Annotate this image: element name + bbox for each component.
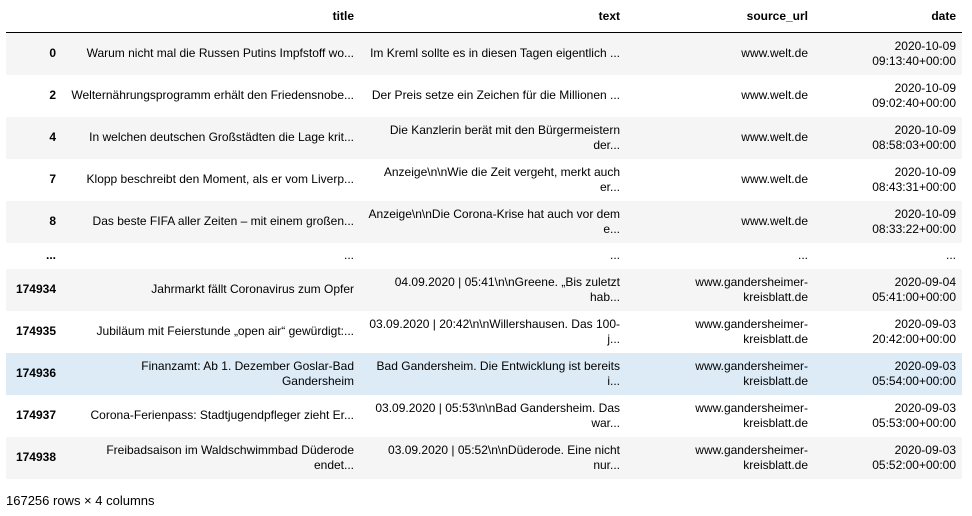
- cell-date: 2020-09-03 05:52:00+00:00: [872, 442, 956, 472]
- cell-source-url: www.welt.de: [741, 172, 808, 186]
- cell-date: 2020-10-09 09:02:40+00:00: [872, 80, 956, 110]
- row-index: 174936: [15, 366, 56, 380]
- table-row: 0 Warum nicht mal die Russen Putins Impfs…: [6, 32, 962, 75]
- table-body: 0 Warum nicht mal die Russen Putins Impfs…: [6, 32, 962, 479]
- header-index: [6, 0, 62, 33]
- cell-date: 2020-10-09 08:58:03+00:00: [872, 122, 956, 152]
- cell-title: Corona-Ferienpass: Stadtjugendpfleger zi…: [90, 408, 354, 422]
- table-row: 174934 Jahrmarkt fällt Coronavirus zum Op…: [6, 268, 962, 311]
- table-row: 2 Welternährungsprogramm erhält den Fried…: [6, 74, 962, 117]
- cell-text: Im Kreml sollte es in diesen Tagen eigen…: [370, 46, 620, 61]
- dataframe-table: title text source_url date 0 Warum nicht …: [6, 0, 962, 479]
- header-title: title: [62, 0, 360, 33]
- cell-text: Bad Gandersheim. Die Entwicklung ist ber…: [376, 358, 620, 388]
- cell-source-url: ...: [797, 248, 808, 262]
- cell-date: 2020-10-09 08:33:22+00:00: [872, 206, 956, 236]
- cell-text: ...: [609, 248, 620, 262]
- table-header: title text source_url date: [6, 0, 962, 33]
- cell-text: 03.09.2020 | 05:53\n\nBad Gandersheim. D…: [375, 400, 620, 430]
- row-index: 174934: [15, 282, 56, 296]
- cell-source-url: www.welt.de: [741, 214, 808, 228]
- table-row: ...............: [6, 242, 962, 269]
- table-row: 174938 Freibadsaison im Waldschwimmbad Dü…: [6, 436, 962, 479]
- row-index: 7: [49, 172, 56, 186]
- table-row: 174936 Finanzamt: Ab 1. Dezember Goslar-B…: [6, 352, 962, 395]
- row-index: 2: [49, 88, 56, 102]
- cell-title: ...: [343, 248, 354, 262]
- cell-date: 2020-09-04 05:41:00+00:00: [872, 274, 956, 304]
- cell-text: 03.09.2020 | 20:42\n\nWillershausen. Das…: [369, 316, 620, 346]
- row-index: 174937: [15, 408, 56, 422]
- cell-source-url: www.gandersheimer-kreisblatt.de: [695, 400, 808, 430]
- table-row: 8 Das beste FIFA aller Zeiten – mit einem…: [6, 200, 962, 243]
- cell-title: Das beste FIFA aller Zeiten – mit einem …: [92, 214, 354, 228]
- cell-date: 2020-09-03 05:54:00+00:00: [872, 358, 956, 388]
- dataframe-output: title text source_url date 0 Warum nicht …: [0, 0, 972, 516]
- row-index: 174935: [15, 324, 56, 338]
- cell-source-url: www.gandersheimer-kreisblatt.de: [695, 442, 808, 472]
- cell-date: 2020-10-09 08:43:31+00:00: [872, 164, 956, 194]
- cell-source-url: www.welt.de: [741, 46, 808, 61]
- cell-source-url: www.gandersheimer-kreisblatt.de: [695, 358, 808, 388]
- cell-text: 03.09.2020 | 05:52\n\nDüderode. Eine nic…: [388, 442, 620, 472]
- table-row: 174935 Jubiläum mit Feierstunde „open air…: [6, 310, 962, 353]
- cell-date: 2020-09-03 05:53:00+00:00: [872, 400, 956, 430]
- cell-date: 2020-10-09 09:13:40+00:00: [872, 38, 956, 68]
- row-index: 4: [49, 130, 56, 144]
- cell-title: Jahrmarkt fällt Coronavirus zum Opfer: [151, 282, 354, 296]
- cell-text: Die Kanzlerin berät mit den Bürgermeiste…: [389, 122, 620, 152]
- cell-text: 04.09.2020 | 05:41\n\nGreene. „Bis zulet…: [394, 274, 620, 304]
- cell-date: 2020-09-03 20:42:00+00:00: [872, 316, 956, 346]
- cell-title: Klopp beschreibt den Moment, als er vom …: [86, 172, 354, 186]
- cell-source-url: www.welt.de: [741, 88, 808, 102]
- shape-summary: 167256 rows × 4 columns: [6, 493, 155, 508]
- header-text: text: [360, 0, 626, 33]
- row-index: 8: [49, 214, 56, 228]
- cell-source-url: www.gandersheimer-kreisblatt.de: [695, 274, 808, 304]
- table-row: 7 Klopp beschreibt den Moment, als er vom…: [6, 158, 962, 201]
- cell-text: Anzeige\n\nDie Corona-Krise hat auch vor…: [368, 206, 620, 236]
- header-row: title text source_url date: [6, 0, 962, 33]
- cell-text: Der Preis setze ein Zeichen für die Mill…: [371, 88, 620, 102]
- header-source-url: source_url: [626, 0, 814, 33]
- cell-date: ...: [945, 248, 956, 262]
- cell-title: Welternährungsprogramm erhält den Friede…: [71, 88, 354, 102]
- cell-source-url: www.welt.de: [741, 130, 808, 144]
- table-row: 174937 Corona-Ferienpass: Stadtjugendpfle…: [6, 394, 962, 437]
- cell-source-url: www.gandersheimer-kreisblatt.de: [695, 316, 808, 346]
- table-row: 4 In welchen deutschen Großstädten die La…: [6, 116, 962, 159]
- cell-title: Freibadsaison im Waldschwimmbad Düderode…: [106, 442, 354, 472]
- cell-title: Finanzamt: Ab 1. Dezember Goslar-Bad Gan…: [141, 358, 354, 388]
- row-index: ...: [45, 248, 56, 262]
- cell-title: Warum nicht mal die Russen Putins Impfst…: [86, 46, 354, 61]
- cell-title: Jubiläum mit Feierstunde „open air“ gewü…: [96, 324, 354, 338]
- row-index: 0: [49, 46, 56, 61]
- row-index: 174938: [15, 450, 56, 464]
- cell-text: Anzeige\n\nWie die Zeit vergeht, merkt a…: [383, 164, 620, 194]
- cell-title: In welchen deutschen Großstädten die Lag…: [89, 130, 354, 144]
- header-date: date: [814, 0, 962, 33]
